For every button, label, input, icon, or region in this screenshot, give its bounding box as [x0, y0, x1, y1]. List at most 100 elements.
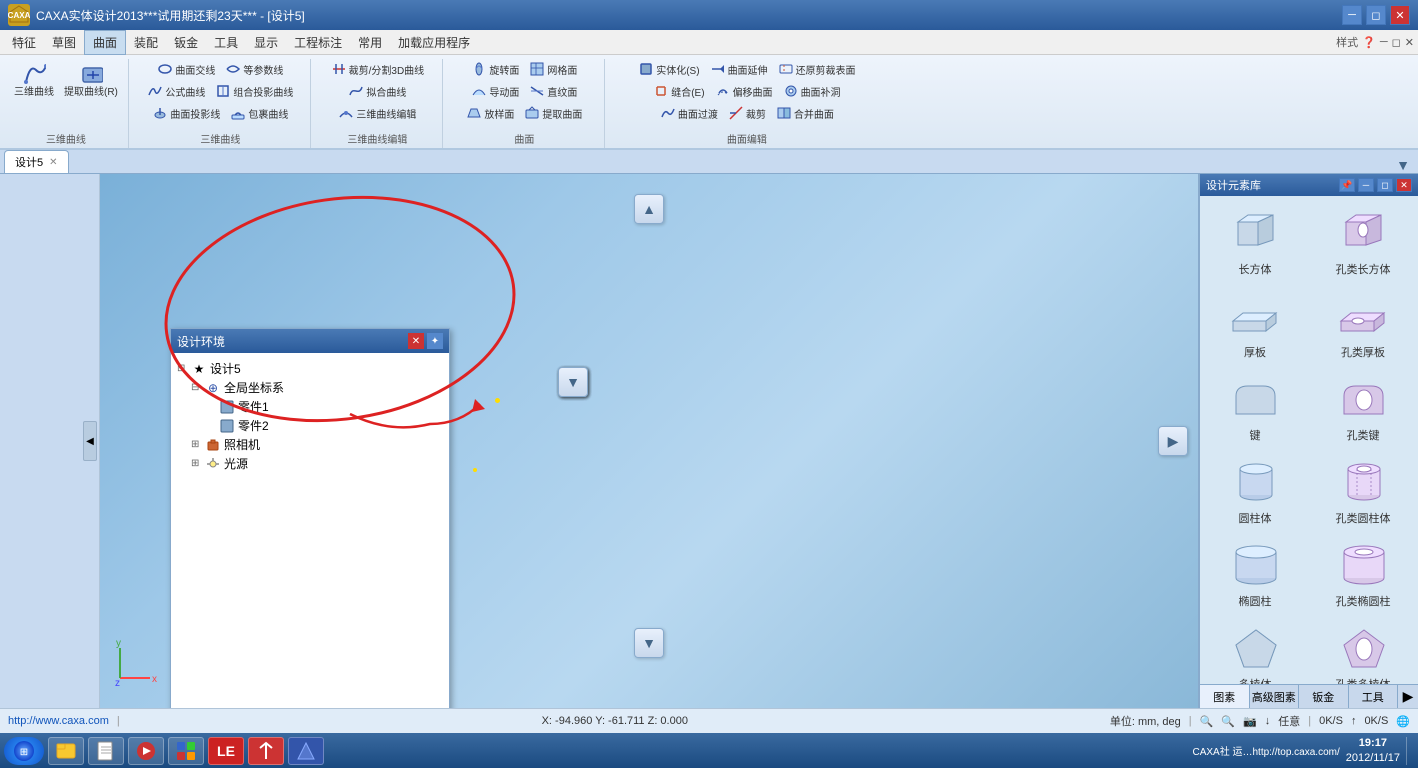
tree-item-global-coord[interactable]: ⊟ ⊕ 全局坐标系 — [191, 378, 443, 397]
menu-minimize[interactable]: ─ — [1380, 36, 1388, 48]
tree-expand-global-coord[interactable]: ⊟ — [191, 382, 205, 393]
design-env-titlebar[interactable]: 设计环境 ✕ ✦ — [171, 329, 449, 353]
btn-stitch[interactable]: 缝合(E) — [649, 81, 708, 101]
menu-assembly[interactable]: 装配 — [126, 31, 166, 54]
rp-restore-btn[interactable]: ◻ — [1377, 178, 1393, 192]
taskbar-explorer[interactable] — [48, 737, 84, 765]
rp-tab-add-btn[interactable]: ▶ — [1398, 685, 1418, 708]
btn-mesh-surface[interactable]: 网格面 — [525, 59, 581, 79]
tree-item-design5[interactable]: ⊟ ★ 设计5 — [177, 359, 443, 378]
nav-center-down[interactable]: ▼ — [558, 367, 588, 397]
shape-key[interactable]: 键 — [1204, 370, 1306, 447]
menu-restore[interactable]: ◻ — [1392, 36, 1401, 49]
shape-cuboid[interactable]: 长方体 — [1204, 204, 1306, 281]
menu-sketch[interactable]: 草图 — [44, 31, 84, 54]
titlebar-minimize-btn[interactable]: ─ — [1342, 5, 1362, 25]
btn-merge-surface[interactable]: 合并曲面 — [772, 103, 838, 123]
shape-ellip-cylinder[interactable]: 椭圆柱 — [1204, 536, 1306, 613]
btn-extract-surface[interactable]: 提取曲面 — [520, 103, 586, 123]
tree-expand-design5[interactable]: ⊟ — [177, 363, 191, 374]
rp-tab-shapes[interactable]: 图素 — [1200, 685, 1250, 708]
menu-close[interactable]: ✕ — [1405, 36, 1414, 49]
tree-item-light[interactable]: ⊞ 光源 — [191, 454, 443, 473]
start-button[interactable]: ⊞ — [4, 737, 44, 765]
zoom-in-icon[interactable]: 🔍 — [1200, 715, 1214, 728]
btn-loft-surface[interactable]: 放样面 — [462, 103, 518, 123]
menu-surface[interactable]: 曲面 — [84, 30, 126, 55]
btn-surface-extend[interactable]: 曲面延伸 — [706, 59, 772, 79]
design-env-close-btn[interactable]: ✕ — [408, 333, 424, 349]
viewport-3d[interactable]: ▲ ▲ ◀ ⊕ ▶ ▼ ▼ ▶ x y — [100, 174, 1198, 708]
rp-minimize-btn[interactable]: ─ — [1358, 178, 1374, 192]
btn-surface-trans[interactable]: 曲面过渡 — [656, 103, 722, 123]
taskbar-app-blue[interactable] — [288, 737, 324, 765]
titlebar-close-btn[interactable]: ✕ — [1390, 5, 1410, 25]
menu-common[interactable]: 常用 — [350, 31, 390, 54]
btn-3d-edit[interactable]: 三维曲线编辑 — [334, 103, 420, 123]
btn-3d-curve[interactable]: 三维曲线 — [10, 59, 58, 102]
rp-pin-btn[interactable]: 📌 — [1339, 178, 1355, 192]
tab-close-btn[interactable]: ✕ — [49, 157, 57, 168]
menu-display[interactable]: 显示 — [246, 31, 286, 54]
tree-item-part1[interactable]: 零件1 — [205, 397, 443, 416]
tree-item-camera[interactable]: ⊞ 照相机 — [191, 435, 443, 454]
tree-item-part2[interactable]: 零件2 — [205, 416, 443, 435]
menu-plugins[interactable]: 加载应用程序 — [390, 31, 478, 54]
rp-tab-sheetmetal[interactable]: 钣金 — [1299, 685, 1349, 708]
menu-annotation[interactable]: 工程标注 — [286, 31, 350, 54]
taskbar-app-le[interactable]: LE — [208, 737, 244, 765]
rp-close-btn[interactable]: ✕ — [1396, 178, 1412, 192]
rp-tab-tools[interactable]: 工具 — [1349, 685, 1399, 708]
taskbar-media[interactable] — [128, 737, 164, 765]
btn-blend-curve[interactable]: 拟合曲线 — [344, 81, 410, 101]
btn-wrap-curve[interactable]: 包裹曲线 — [226, 103, 292, 123]
btn-extract-curve[interactable]: 提取曲线(R) — [60, 59, 122, 102]
btn-ruled-surface[interactable]: 直纹面 — [525, 81, 581, 101]
shape-hole-cuboid[interactable]: 孔类长方体 — [1312, 204, 1414, 281]
nav-up-arrow[interactable]: ▲ — [634, 194, 664, 224]
statusbar-url[interactable]: http://www.caxa.com — [8, 715, 109, 727]
btn-solid-s[interactable]: 实体化(S) — [634, 59, 703, 79]
tree-expand-light[interactable]: ⊞ — [191, 458, 205, 469]
btn-surface-proj[interactable]: 曲面投影线 — [148, 103, 224, 123]
menu-sheetmetal[interactable]: 钣金 — [166, 31, 206, 54]
taskbar-files[interactable] — [88, 737, 124, 765]
camera-icon[interactable]: 📷 — [1243, 715, 1257, 728]
shape-cylinder[interactable]: 圆柱体 — [1204, 453, 1306, 530]
nav-right-arrow[interactable]: ▶ — [1158, 426, 1188, 456]
btn-composite-proj[interactable]: 组合投影曲线 — [211, 81, 297, 101]
btn-surface-curve[interactable]: 曲面交线 — [153, 59, 219, 79]
shape-polyhedron[interactable]: 多棱体 — [1204, 619, 1306, 684]
zoom-out-icon[interactable]: 🔍 — [1221, 715, 1235, 728]
titlebar-restore-btn[interactable]: ◻ — [1366, 5, 1386, 25]
btn-cut-3d[interactable]: 裁剪/分割3D曲线 — [327, 59, 429, 79]
shape-hole-key[interactable]: 孔类键 — [1312, 370, 1414, 447]
design-env-add-btn[interactable]: ✦ — [427, 333, 443, 349]
taskbar-windows[interactable] — [168, 737, 204, 765]
shape-hole-ellip-cylinder[interactable]: 孔类椭圆柱 — [1312, 536, 1414, 613]
btn-formula-curve[interactable]: 公式曲线 — [143, 81, 209, 101]
btn-rotate-surface[interactable]: 旋转面 — [467, 59, 523, 79]
rp-tab-advanced[interactable]: 高级图素 — [1250, 685, 1300, 708]
shape-hole-thick-plate[interactable]: 孔类厚板 — [1312, 287, 1414, 364]
btn-equi-param[interactable]: 等参数线 — [221, 59, 287, 79]
btn-guide-surface[interactable]: 导动面 — [467, 81, 523, 101]
shape-hole-polyhedron[interactable]: 孔类多棱体 — [1312, 619, 1414, 684]
tree-expand-camera[interactable]: ⊞ — [191, 439, 205, 450]
btn-offset-surface[interactable]: 偏移曲面 — [711, 81, 777, 101]
btn-trim[interactable]: 裁剪 — [724, 103, 770, 123]
tab-design5[interactable]: 设计5 ✕ — [4, 150, 69, 173]
show-desktop-btn[interactable] — [1406, 737, 1414, 765]
menu-tools[interactable]: 工具 — [206, 31, 246, 54]
nav-bottom-arrow[interactable]: ▼ — [634, 628, 664, 658]
help-btn[interactable]: ❓ — [1362, 36, 1376, 49]
viewport-dropdown-btn[interactable]: ▼ — [1396, 157, 1410, 173]
left-collapse-btn[interactable]: ◀ — [83, 421, 97, 461]
btn-surface-fill[interactable]: 曲面补洞 — [779, 81, 845, 101]
btn-restore-cut[interactable]: 还原剪裁表面 — [774, 59, 860, 79]
shape-thick-plate[interactable]: 厚板 — [1204, 287, 1306, 364]
taskbar-caxa-link[interactable]: CAXA社 运…http://top.caxa.com/ — [1192, 743, 1339, 758]
shape-hole-cylinder[interactable]: 孔类圆柱体 — [1312, 453, 1414, 530]
taskbar-app-red[interactable] — [248, 737, 284, 765]
menu-feature[interactable]: 特征 — [4, 31, 44, 54]
